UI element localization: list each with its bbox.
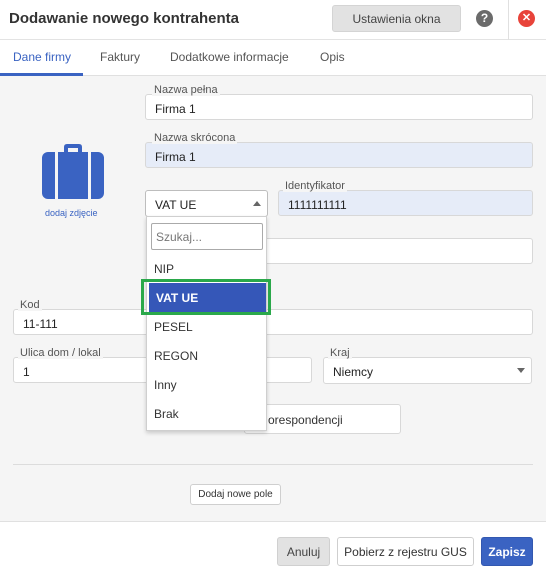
identifier-label: Identyfikator <box>283 180 347 192</box>
street-label: Ulica dom / lokal <box>18 347 103 359</box>
caret-down-icon <box>517 368 525 373</box>
tab-dane-firmy[interactable]: Dane firmy <box>13 50 71 64</box>
dropdown-option-brak[interactable]: Brak <box>147 399 268 428</box>
title-bar: Dodawanie nowego kontrahenta Ustawienia … <box>0 0 546 40</box>
close-icon[interactable]: ✕ <box>518 10 535 27</box>
window-settings-button[interactable]: Ustawienia okna <box>332 5 461 32</box>
add-photo-link[interactable]: dodaj zdjęcie <box>45 208 98 218</box>
country-label: Kraj <box>328 347 352 359</box>
dropdown-search-input[interactable] <box>151 223 263 250</box>
dialog-title: Dodawanie nowego kontrahenta <box>9 10 240 27</box>
id-type-select[interactable]: VAT UE <box>145 190 268 217</box>
tab-bar: Dane firmy Faktury Dodatkowe informacje … <box>0 40 546 76</box>
full-name-label: Nazwa pełna <box>152 84 220 96</box>
short-name-field[interactable]: Firma 1 <box>145 142 533 168</box>
add-new-field-button[interactable]: Dodaj nowe pole <box>190 484 281 505</box>
form-divider <box>13 464 533 465</box>
title-separator <box>508 0 509 40</box>
country-select[interactable]: Niemcy <box>323 357 532 384</box>
full-name-field[interactable]: Firma 1 <box>145 94 533 120</box>
help-icon[interactable]: ? <box>476 10 493 27</box>
tab-dodatkowe-informacje[interactable]: Dodatkowe informacje <box>170 50 289 64</box>
suitcase-icon[interactable] <box>42 144 104 199</box>
postal-code-field[interactable]: 11-111 <box>13 309 533 335</box>
dropdown-option-regon[interactable]: REGON <box>147 341 268 370</box>
partially-covered-field[interactable] <box>258 238 533 264</box>
dropdown-option-pesel[interactable]: PESEL <box>147 312 268 341</box>
short-name-label: Nazwa skrócona <box>152 132 238 144</box>
fetch-gus-button[interactable]: Pobierz z rejestru GUS <box>337 537 474 566</box>
postal-code-label: Kod <box>18 299 42 311</box>
selection-highlight-box <box>141 279 271 315</box>
cancel-button[interactable]: Anuluj <box>277 537 330 566</box>
tab-opis[interactable]: Opis <box>320 50 345 64</box>
dropdown-option-inny[interactable]: Inny <box>147 370 268 399</box>
tab-faktury[interactable]: Faktury <box>100 50 140 64</box>
save-button[interactable]: Zapisz <box>481 537 533 566</box>
id-type-dropdown: NIP VAT UE PESEL REGON Inny Brak <box>146 216 267 431</box>
correspondence-button-label: orespondencji <box>268 413 343 427</box>
caret-up-icon <box>253 201 261 206</box>
identifier-field[interactable]: 1111111111 <box>278 190 533 216</box>
active-tab-indicator <box>0 73 83 76</box>
